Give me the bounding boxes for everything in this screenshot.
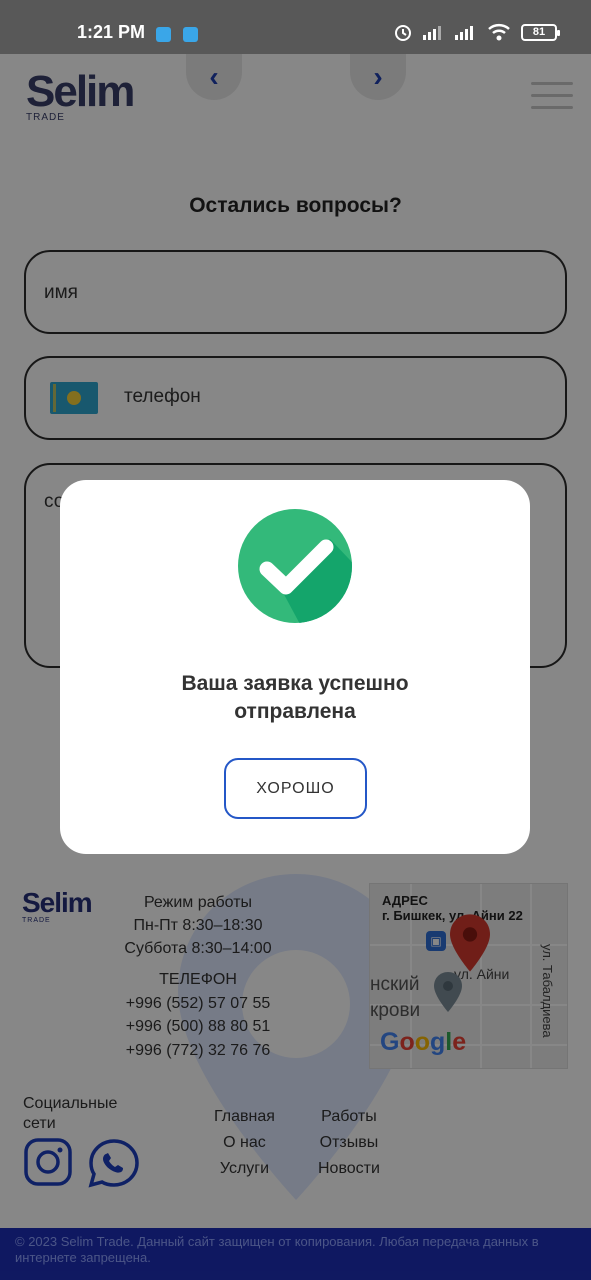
signal-icon — [455, 26, 473, 40]
wifi-icon — [488, 24, 510, 41]
notification-icon — [156, 27, 171, 42]
signal-icon — [423, 26, 441, 40]
status-bar: 1:21 PM 81 — [0, 0, 591, 54]
notification-icon — [183, 27, 198, 42]
success-check-icon — [238, 509, 352, 623]
alarm-icon — [395, 25, 411, 41]
success-message: Ваша заявка успешно отправлена — [181, 672, 409, 723]
success-dialog: Ваша заявка успешно отправлена ХОРОШО — [60, 480, 530, 854]
status-time: 1:21 PM — [77, 22, 146, 42]
battery-indicator: 81 — [521, 23, 560, 41]
ok-button[interactable]: ХОРОШО — [224, 758, 367, 819]
